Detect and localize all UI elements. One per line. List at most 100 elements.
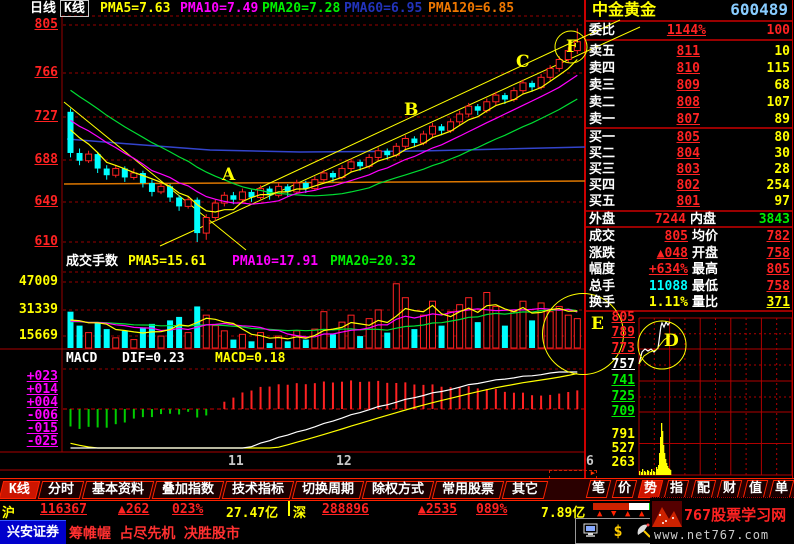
buy-row-qty[interactable]: 30 <box>716 146 790 161</box>
price-axis-label: 727 <box>16 109 58 124</box>
mini-volume-label: 527 <box>585 441 635 456</box>
status-divider <box>288 501 290 516</box>
dollar-icon[interactable]: $ <box>613 522 622 540</box>
tab-除权方式[interactable]: 除权方式 <box>362 481 435 499</box>
tab-K线[interactable]: K线 <box>0 481 40 499</box>
tab-价[interactable]: 价 <box>612 480 638 498</box>
annotation-letter-b: B <box>404 100 418 120</box>
period-label[interactable]: 日线 <box>30 1 56 16</box>
annotation-letter-f: F <box>566 37 578 57</box>
buy-row-price[interactable]: 805 <box>620 130 700 145</box>
time-axis-label: 11 <box>228 454 244 469</box>
tab-叠加指数[interactable]: 叠加指数 <box>152 481 225 499</box>
status-item: 沪 <box>2 502 15 521</box>
tab-其它[interactable]: 其它 <box>502 481 549 499</box>
volume-ma-indicator: PMA10=17.91 <box>232 254 318 269</box>
info-value: 782 <box>716 229 790 244</box>
weibi-extra: 100 <box>720 23 790 38</box>
weibi-value: 1144% <box>620 23 706 38</box>
info-value: ▲048 <box>608 246 688 261</box>
system-tray: $ <box>575 518 661 544</box>
sell-row-label: 卖一 <box>589 112 615 127</box>
site-logo[interactable]: 767股票学习网 www.net767.com <box>650 497 794 544</box>
tab-配[interactable]: 配 <box>690 480 716 498</box>
tab-基本资料[interactable]: 基本资料 <box>82 481 155 499</box>
tab-财[interactable]: 财 <box>716 480 742 498</box>
status-item: 089% <box>476 502 507 517</box>
broker-logo: 兴安证券 <box>0 520 66 544</box>
price-axis-label: 766 <box>16 65 58 80</box>
mini-price-label: 773 <box>585 341 635 356</box>
chart-type-label[interactable]: K线 <box>60 0 89 17</box>
sell-row-price[interactable]: 811 <box>620 44 700 59</box>
app-window: 日线 K线 成交手数 MACD DIF=0.23 MACD=0.18 中金黄金 … <box>0 0 794 544</box>
site-logo-url[interactable]: www.net767.com <box>654 528 769 542</box>
sell-row-label: 卖三 <box>589 78 615 93</box>
status-item: ▲262 <box>118 502 149 517</box>
neipan-label: 内盘 <box>690 212 716 227</box>
ma-indicator: PMA10=7.49 <box>180 1 258 16</box>
sell-row-qty[interactable]: 89 <box>716 112 790 127</box>
status-item: 023% <box>172 502 203 517</box>
buy-row-price[interactable]: 801 <box>620 194 700 209</box>
info-value: 758 <box>716 279 790 294</box>
mini-price-label: 741 <box>585 373 635 388</box>
sell-row-price[interactable]: 808 <box>620 95 700 110</box>
buy-row-qty[interactable]: 97 <box>716 194 790 209</box>
price-axis-label: 688 <box>16 152 58 167</box>
tab-技术指标[interactable]: 技术指标 <box>222 481 295 499</box>
price-axis-label: 805 <box>16 17 58 32</box>
sell-row-qty[interactable]: 115 <box>716 61 790 76</box>
time-axis-label: 12 <box>336 454 352 469</box>
info-value: 11088 <box>608 279 688 294</box>
buy-row-qty[interactable]: 80 <box>716 130 790 145</box>
volume-axis-label: 47009 <box>14 274 58 289</box>
annotation-letter-d: D <box>664 331 679 351</box>
tab-笔[interactable]: 笔 <box>586 480 612 498</box>
buy-row-price[interactable]: 802 <box>620 178 700 193</box>
info-label: 最高 <box>692 262 718 277</box>
tab-单[interactable]: 单 <box>769 480 794 498</box>
ma-indicator: PMA5=7.63 <box>100 1 170 16</box>
tab-势[interactable]: 势 <box>638 480 664 498</box>
tab-分时[interactable]: 分时 <box>38 481 85 499</box>
info-label: 最低 <box>692 279 718 294</box>
macd-axis-label: -025 <box>22 434 58 449</box>
status-item: 116367 <box>40 502 87 517</box>
status-item: 27.47亿 <box>226 502 278 521</box>
tab-指[interactable]: 指 <box>664 480 690 498</box>
price-axis-label: 610 <box>16 234 58 249</box>
site-logo-title[interactable]: 767股票学习网 <box>684 504 786 525</box>
tab-切换周期[interactable]: 切换周期 <box>292 481 365 499</box>
annotation-letter-a: A <box>222 165 235 185</box>
tab-值[interactable]: 值 <box>743 480 769 498</box>
info-value: 805 <box>608 229 688 244</box>
ma-indicator: PMA20=7.28 <box>262 1 340 16</box>
sell-row-price[interactable]: 807 <box>620 112 700 127</box>
volume-ma-indicator: PMA20=20.32 <box>330 254 416 269</box>
info-value: 1.11% <box>608 295 688 310</box>
buy-row-qty[interactable]: 28 <box>716 162 790 177</box>
monitor-icon[interactable] <box>582 522 600 540</box>
sell-row-price[interactable]: 809 <box>620 78 700 93</box>
tab-常用股票[interactable]: 常用股票 <box>432 481 505 499</box>
sell-row-qty[interactable]: 10 <box>716 44 790 59</box>
buy-row-price[interactable]: 804 <box>620 146 700 161</box>
buy-row-label: 买五 <box>589 194 615 209</box>
mini-price-label: 757 <box>585 357 635 372</box>
right-tab-bar: 笔价势指配财值单 <box>588 478 792 499</box>
mini-volume-label: 791 <box>585 427 635 442</box>
waipan-value: 7244 <box>616 212 686 227</box>
info-value: +634% <box>608 262 688 277</box>
buy-row-qty[interactable]: 254 <box>716 178 790 193</box>
ma-indicator: PMA120=6.85 <box>428 1 514 16</box>
marquee-text: 筹帷幄 占尽先机 决胜股市 <box>69 523 240 543</box>
sell-row-label: 卖四 <box>589 61 615 76</box>
buy-row-price[interactable]: 803 <box>620 162 700 177</box>
sell-row-label: 卖五 <box>589 44 615 59</box>
sell-row-qty[interactable]: 107 <box>716 95 790 110</box>
macd-dif-label: DIF=0.23 <box>122 351 185 366</box>
sell-row-price[interactable]: 810 <box>620 61 700 76</box>
sell-row-qty[interactable]: 68 <box>716 78 790 93</box>
annotation-letter-c: C <box>516 52 530 72</box>
